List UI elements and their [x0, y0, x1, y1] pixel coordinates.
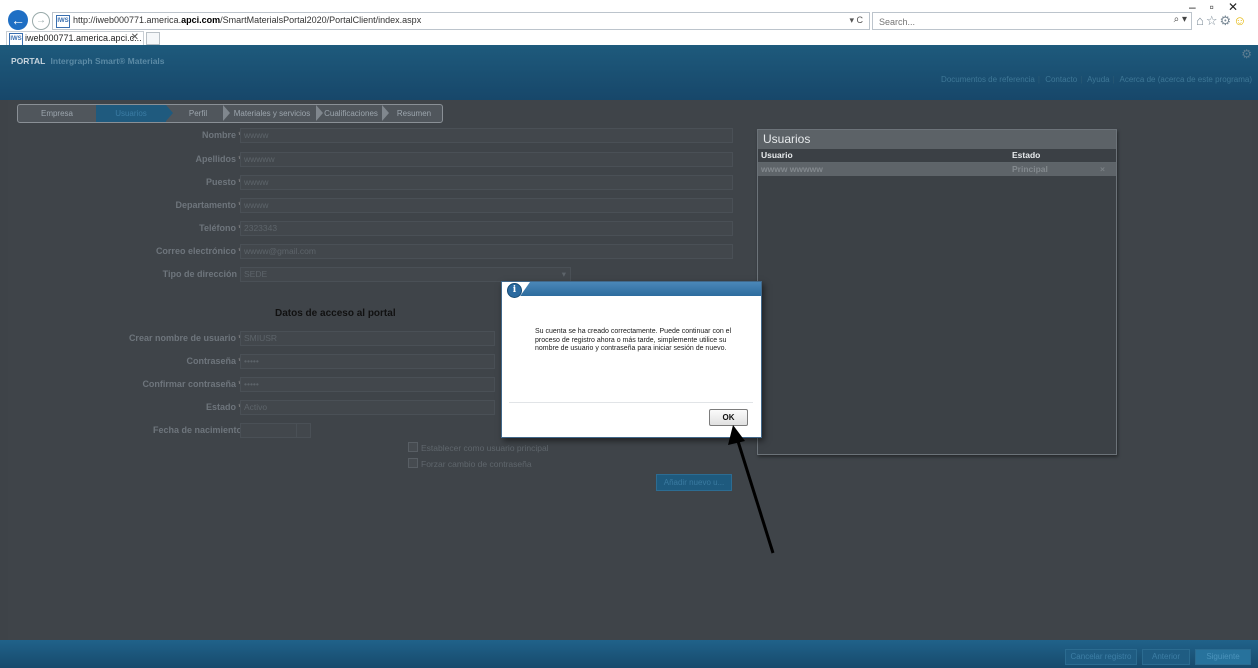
annotation-arrow-icon	[728, 425, 775, 554]
